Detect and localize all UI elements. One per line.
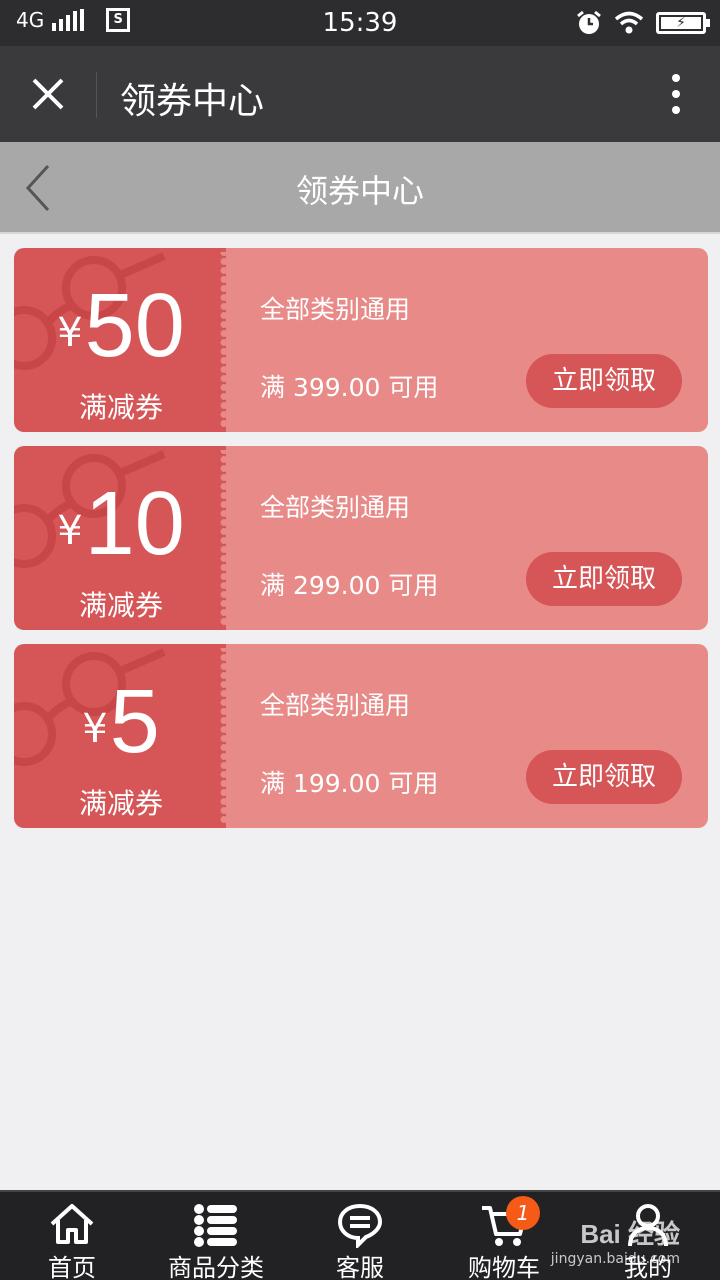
claim-button[interactable]: 立即领取 <box>526 552 682 606</box>
tab-label: 首页 <box>48 1254 96 1280</box>
coupon-scope: 全部类别通用 <box>260 295 411 324</box>
claim-button[interactable]: 立即领取 <box>526 750 682 804</box>
top-bar: 领券中心 <box>0 46 720 142</box>
coupon-stub: ¥10 满减券 <box>14 446 228 630</box>
status-bar: 4G S 15:39 ⚡ <box>0 0 720 46</box>
amount-value: 5 <box>109 672 160 772</box>
tab-label: 客服 <box>336 1254 384 1280</box>
coupon-condition: 满 399.00 可用 <box>260 373 439 402</box>
coupon-card: ¥50 满减券 全部类别通用 满 399.00 可用 立即领取 <box>14 248 708 432</box>
coupon-condition: 满 299.00 可用 <box>260 571 439 600</box>
top-bar-divider <box>96 72 97 118</box>
home-icon <box>50 1204 94 1244</box>
currency-symbol: ¥ <box>57 508 83 554</box>
coupon-type-label: 满减券 <box>78 391 163 424</box>
coupon-stub: ¥50 满减券 <box>14 248 228 432</box>
coupon-scope: 全部类别通用 <box>260 691 411 720</box>
wifi-icon <box>614 11 644 34</box>
watermark-logo: Bai 经验 <box>580 1219 680 1249</box>
amount-value: 10 <box>84 474 185 574</box>
coupon-type-label: 满减券 <box>78 589 163 622</box>
tab-customer-service[interactable]: 客服 <box>288 1192 432 1280</box>
tab-label: 商品分类 <box>168 1254 264 1280</box>
watermark: Bai 经验 jingyan.baidu.com <box>551 1214 680 1267</box>
close-icon[interactable] <box>28 74 68 114</box>
list-icon <box>194 1204 237 1247</box>
page-header: 领券中心 <box>0 142 720 234</box>
cart-count-badge: 1 <box>506 1196 540 1230</box>
coupon-card: ¥10 满减券 全部类别通用 满 299.00 可用 立即领取 <box>14 446 708 630</box>
coupon-stub: ¥5 满减券 <box>14 644 228 828</box>
currency-symbol: ¥ <box>57 310 83 356</box>
coupon-amount: ¥5 <box>14 672 228 772</box>
coupon-body: 全部类别通用 满 199.00 可用 立即领取 <box>226 644 708 828</box>
watermark-url: jingyan.baidu.com <box>550 1251 680 1267</box>
chat-icon <box>337 1203 383 1248</box>
alarm-icon <box>577 10 601 34</box>
coupon-amount: ¥10 <box>14 474 228 574</box>
amount-value: 50 <box>84 276 185 376</box>
coupon-card: ¥5 满减券 全部类别通用 满 199.00 可用 立即领取 <box>14 644 708 828</box>
status-right: ⚡ <box>576 10 710 36</box>
more-icon[interactable] <box>668 74 684 114</box>
battery-icon: ⚡ <box>656 12 710 34</box>
claim-button[interactable]: 立即领取 <box>526 354 682 408</box>
currency-symbol: ¥ <box>82 706 108 752</box>
top-bar-title: 领券中心 <box>120 81 265 122</box>
page-title: 领券中心 <box>295 172 424 210</box>
coupon-body: 全部类别通用 满 399.00 可用 立即领取 <box>226 248 708 432</box>
coupon-type-label: 满减券 <box>78 787 163 820</box>
tab-categories[interactable]: 商品分类 <box>144 1192 288 1280</box>
coupon-body: 全部类别通用 满 299.00 可用 立即领取 <box>226 446 708 630</box>
tab-home[interactable]: 首页 <box>0 1192 144 1280</box>
coupon-condition: 满 199.00 可用 <box>260 769 439 798</box>
coupon-amount: ¥50 <box>14 276 228 376</box>
coupon-scope: 全部类别通用 <box>260 493 411 522</box>
